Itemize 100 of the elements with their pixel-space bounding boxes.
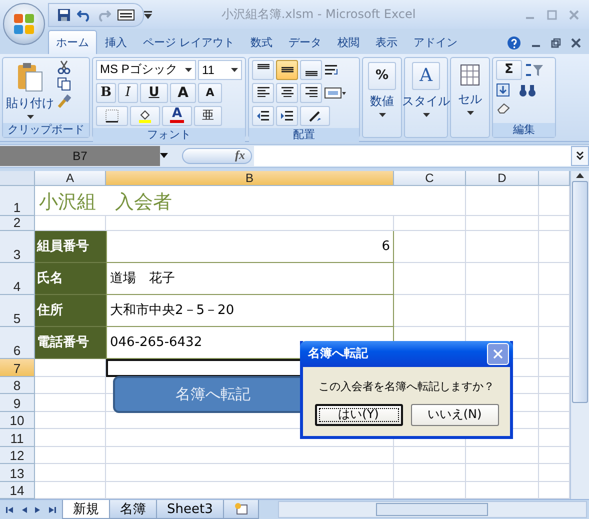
field-value[interactable]: 大和市中央2－5－20 <box>106 294 394 327</box>
window-title: 小沢組名簿.xlsm - Microsoft Excel <box>220 6 417 24</box>
customize-caret-icon[interactable] <box>144 10 152 19</box>
font-name-field[interactable]: MS Pゴシック <box>96 60 196 80</box>
field-value[interactable]: 道場 花子 <box>106 262 394 295</box>
field-value[interactable]: 6 <box>106 230 394 263</box>
bold-button[interactable]: B <box>96 82 116 103</box>
borders-button[interactable] <box>96 106 128 126</box>
row-header[interactable]: 6 <box>0 326 35 359</box>
row-header[interactable]: 11 <box>0 429 35 447</box>
font-size-field[interactable]: 11 <box>198 60 242 80</box>
close-icon[interactable] <box>571 38 581 48</box>
slanted-text-icon <box>308 108 322 123</box>
sheet-tab[interactable]: 新規 <box>62 500 110 519</box>
decrease-indent-button[interactable] <box>252 106 274 126</box>
sheet-tab[interactable]: 名簿 <box>109 500 157 519</box>
grow-font-button[interactable]: A <box>170 82 196 103</box>
row-header[interactable]: 7 <box>0 358 35 377</box>
underline-button[interactable]: U <box>140 82 168 103</box>
row-header[interactable]: 1 <box>0 186 35 216</box>
ribbon-tab[interactable]: データ <box>280 30 330 54</box>
field-label: 氏名 <box>35 262 106 295</box>
italic-button[interactable]: I <box>118 82 138 103</box>
align-button[interactable] <box>300 82 322 103</box>
merge-cells-icon[interactable] <box>324 86 346 100</box>
first-sheet-icon[interactable] <box>6 506 14 514</box>
column-header[interactable]: B <box>106 170 394 186</box>
row-header[interactable]: 12 <box>0 446 35 464</box>
close-icon <box>493 348 503 359</box>
column-header[interactable]: A <box>35 170 106 186</box>
arrow-up-icon[interactable] <box>575 170 585 179</box>
form-icon[interactable] <box>117 8 135 22</box>
paste-button[interactable]: 貼り付け <box>6 60 54 121</box>
ribbon-tab[interactable]: 数式 <box>242 30 280 54</box>
row-header[interactable]: 2 <box>0 216 35 231</box>
caret-icon <box>422 112 430 117</box>
row-header[interactable]: 10 <box>0 412 35 430</box>
brush-icon[interactable] <box>57 94 71 108</box>
ribbon-tab[interactable]: 挿入 <box>97 30 135 54</box>
ribbon-tab[interactable]: ホーム <box>48 30 97 54</box>
align-lines-icon <box>256 64 270 70</box>
previous-sheet-icon[interactable] <box>20 506 28 514</box>
sum-button[interactable]: Σ <box>496 60 522 80</box>
caret-icon[interactable] <box>160 153 168 158</box>
save-icon[interactable] <box>57 8 71 22</box>
row-header[interactable]: 5 <box>0 294 35 327</box>
orientation-button[interactable] <box>300 106 330 126</box>
caret-icon <box>231 68 238 72</box>
align-lines-icon <box>304 86 318 98</box>
restore-icon[interactable] <box>551 38 561 48</box>
ribbon-tab[interactable]: ページ レイアウト <box>135 30 242 54</box>
expand-formula-button[interactable] <box>571 146 589 166</box>
column-header[interactable]: C <box>394 170 466 186</box>
chevron-down-icon <box>576 150 584 161</box>
name-box[interactable]: B7 <box>0 146 160 166</box>
clipboard-icon <box>17 62 43 92</box>
shrink-font-button[interactable]: A <box>198 82 222 103</box>
fill-color-button[interactable] <box>130 106 160 126</box>
next-sheet-icon[interactable] <box>34 506 42 514</box>
align-button[interactable] <box>276 82 298 103</box>
ribbon-tab[interactable]: 表示 <box>368 30 406 54</box>
last-sheet-icon[interactable] <box>48 506 56 514</box>
font-color-button[interactable]: A <box>162 106 192 126</box>
align-button[interactable] <box>300 60 322 80</box>
align-button[interactable] <box>252 60 274 80</box>
row-header[interactable]: 4 <box>0 262 35 295</box>
phonetic-button[interactable]: 亜 <box>194 106 222 126</box>
sort-filter-icon[interactable] <box>524 62 544 77</box>
outdent-icon <box>256 108 270 123</box>
scissors-icon[interactable] <box>57 60 71 74</box>
caret-icon <box>26 114 34 119</box>
dialog-button[interactable]: はい(Y) <box>314 404 402 426</box>
row-header[interactable]: 13 <box>0 464 35 482</box>
row-header[interactable]: 8 <box>0 376 35 394</box>
copy-icon[interactable] <box>57 76 71 91</box>
row-header[interactable]: 9 <box>0 394 35 412</box>
help-icon[interactable] <box>507 36 521 50</box>
cells-button[interactable]: セル <box>458 60 482 135</box>
align-button[interactable] <box>252 82 274 103</box>
number-button[interactable]: % 数値 <box>368 60 396 135</box>
insert-function-button[interactable]: fx <box>182 148 252 164</box>
horizontal-scrollbar[interactable] <box>278 501 587 518</box>
increase-indent-button[interactable] <box>276 106 298 126</box>
binoculars-icon[interactable] <box>518 82 538 97</box>
row-header[interactable]: 14 <box>0 482 35 500</box>
sheet-tab[interactable]: Sheet3 <box>156 500 224 519</box>
column-header[interactable]: D <box>466 170 539 186</box>
row-header[interactable]: 3 <box>0 230 35 263</box>
group-label: 編集 <box>493 122 555 137</box>
ribbon-tab[interactable]: アドイン <box>406 30 466 54</box>
insert-sheet-button[interactable] <box>222 500 259 519</box>
close-button[interactable] <box>487 342 509 365</box>
caret-icon <box>466 110 474 115</box>
styles-button[interactable]: A スタイル <box>402 60 450 135</box>
dialog-button[interactable]: いいえ(N) <box>410 404 498 426</box>
ribbon-tab[interactable]: 校閲 <box>330 30 368 54</box>
align-button[interactable] <box>276 60 298 80</box>
undo-icon[interactable] <box>77 8 91 22</box>
formula-field[interactable] <box>254 146 571 166</box>
vertical-scrollbar[interactable] <box>570 170 589 500</box>
